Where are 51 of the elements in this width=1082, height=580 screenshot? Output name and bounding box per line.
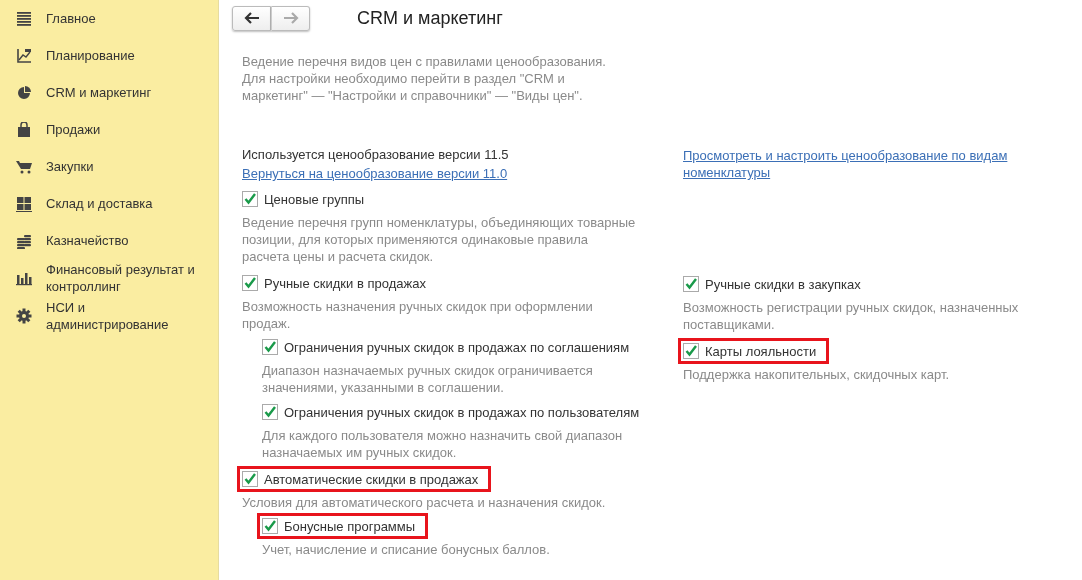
option-label[interactable]: Карты лояльности: [705, 343, 817, 359]
option-description: Для каждого пользователя можно назначить свой диапазон назначаемых им ручных скидок.: [262, 427, 624, 461]
sidebar-item[interactable]: Планирование: [0, 37, 218, 74]
checkbox[interactable]: [242, 191, 258, 207]
checkbox[interactable]: [242, 275, 258, 291]
sidebar-item[interactable]: Склад и доставка: [0, 185, 218, 222]
option-description: Ведение перечня групп номенклатуры, объединяющих товарные позиции, для которых применяются одинаковые правила расчета цены и расчета скидок.: [242, 214, 637, 265]
bag-icon: [16, 121, 32, 138]
bar-chart-icon: [16, 270, 32, 286]
checkbox[interactable]: [262, 339, 278, 355]
sidebar-item[interactable]: Закупки: [0, 148, 218, 185]
coins-icon: [16, 232, 32, 249]
grid-icon: [16, 195, 32, 212]
pie-chart-icon: [16, 84, 32, 101]
sidebar-item[interactable]: CRM и маркетинг: [0, 74, 218, 111]
status-text: Используется ценообразование версии 11.5: [242, 146, 510, 164]
checkbox[interactable]: [242, 471, 258, 487]
sidebar-item[interactable]: Продажи: [0, 111, 218, 148]
option-label[interactable]: Ограничения ручных скидок в продажах по соглашениям: [284, 339, 630, 355]
option-description: Условия для автоматического расчета и назначения скидок.: [242, 494, 607, 511]
right-arrow-icon: [282, 12, 299, 24]
cart-icon: [16, 158, 32, 175]
checkbox[interactable]: [683, 276, 699, 292]
option-label[interactable]: Бонусные программы: [284, 518, 416, 534]
option-label[interactable]: Ручные скидки в продажах: [264, 275, 426, 291]
option-label[interactable]: Ограничения ручных скидок в продажах по пользователям: [284, 404, 640, 420]
sidebar-item[interactable]: Главное: [0, 0, 218, 37]
option-label[interactable]: Ручные скидки в закупках: [705, 276, 861, 292]
sidebar-item[interactable]: Казначейство: [0, 222, 218, 259]
sidebar-item[interactable]: НСИ и администрирование: [0, 297, 218, 335]
option-label[interactable]: Ценовые группы: [264, 191, 365, 207]
chart-icon: [16, 47, 32, 64]
page-title: CRM и маркетинг: [357, 7, 503, 29]
description-text: Для настройки необходимо перейти в раздел "CRM и маркетинг" — "Настройки и справочники" — "Виды цен".: [242, 70, 584, 104]
option-description: Возможность назначения ручных скидок при оформлении продаж.: [242, 298, 594, 332]
checkbox[interactable]: [262, 518, 278, 534]
option-description: Поддержка накопительных, скидочных карт.: [683, 366, 951, 383]
option-description: Диапазон назначаемых ручных скидок ограничивается значениями, указанными в соглашении.: [262, 362, 594, 396]
left-arrow-icon: [243, 12, 260, 24]
menu-icon: [16, 10, 32, 27]
checkbox[interactable]: [262, 404, 278, 420]
option-description: Возможность регистрации ручных скидок, назначенных поставщиками.: [683, 299, 1020, 333]
revert-link[interactable]: Вернуться на ценообразование версии 11.0: [242, 165, 508, 182]
description-text: Ведение перечня видов цен с правилами ценообразования.: [242, 53, 607, 70]
option-label[interactable]: Автоматические скидки в продажах: [264, 471, 479, 487]
checkbox[interactable]: [683, 343, 699, 359]
pricing-settings-link[interactable]: Просмотреть и настроить ценообразование по видам номенклатуры: [683, 147, 1043, 181]
settings-icon: [16, 308, 32, 324]
option-description: Учет, начисление и списание бонусных баллов.: [262, 541, 551, 558]
sidebar-item[interactable]: Финансовый результат и контроллинг: [0, 259, 218, 297]
back-button[interactable]: [232, 5, 271, 31]
